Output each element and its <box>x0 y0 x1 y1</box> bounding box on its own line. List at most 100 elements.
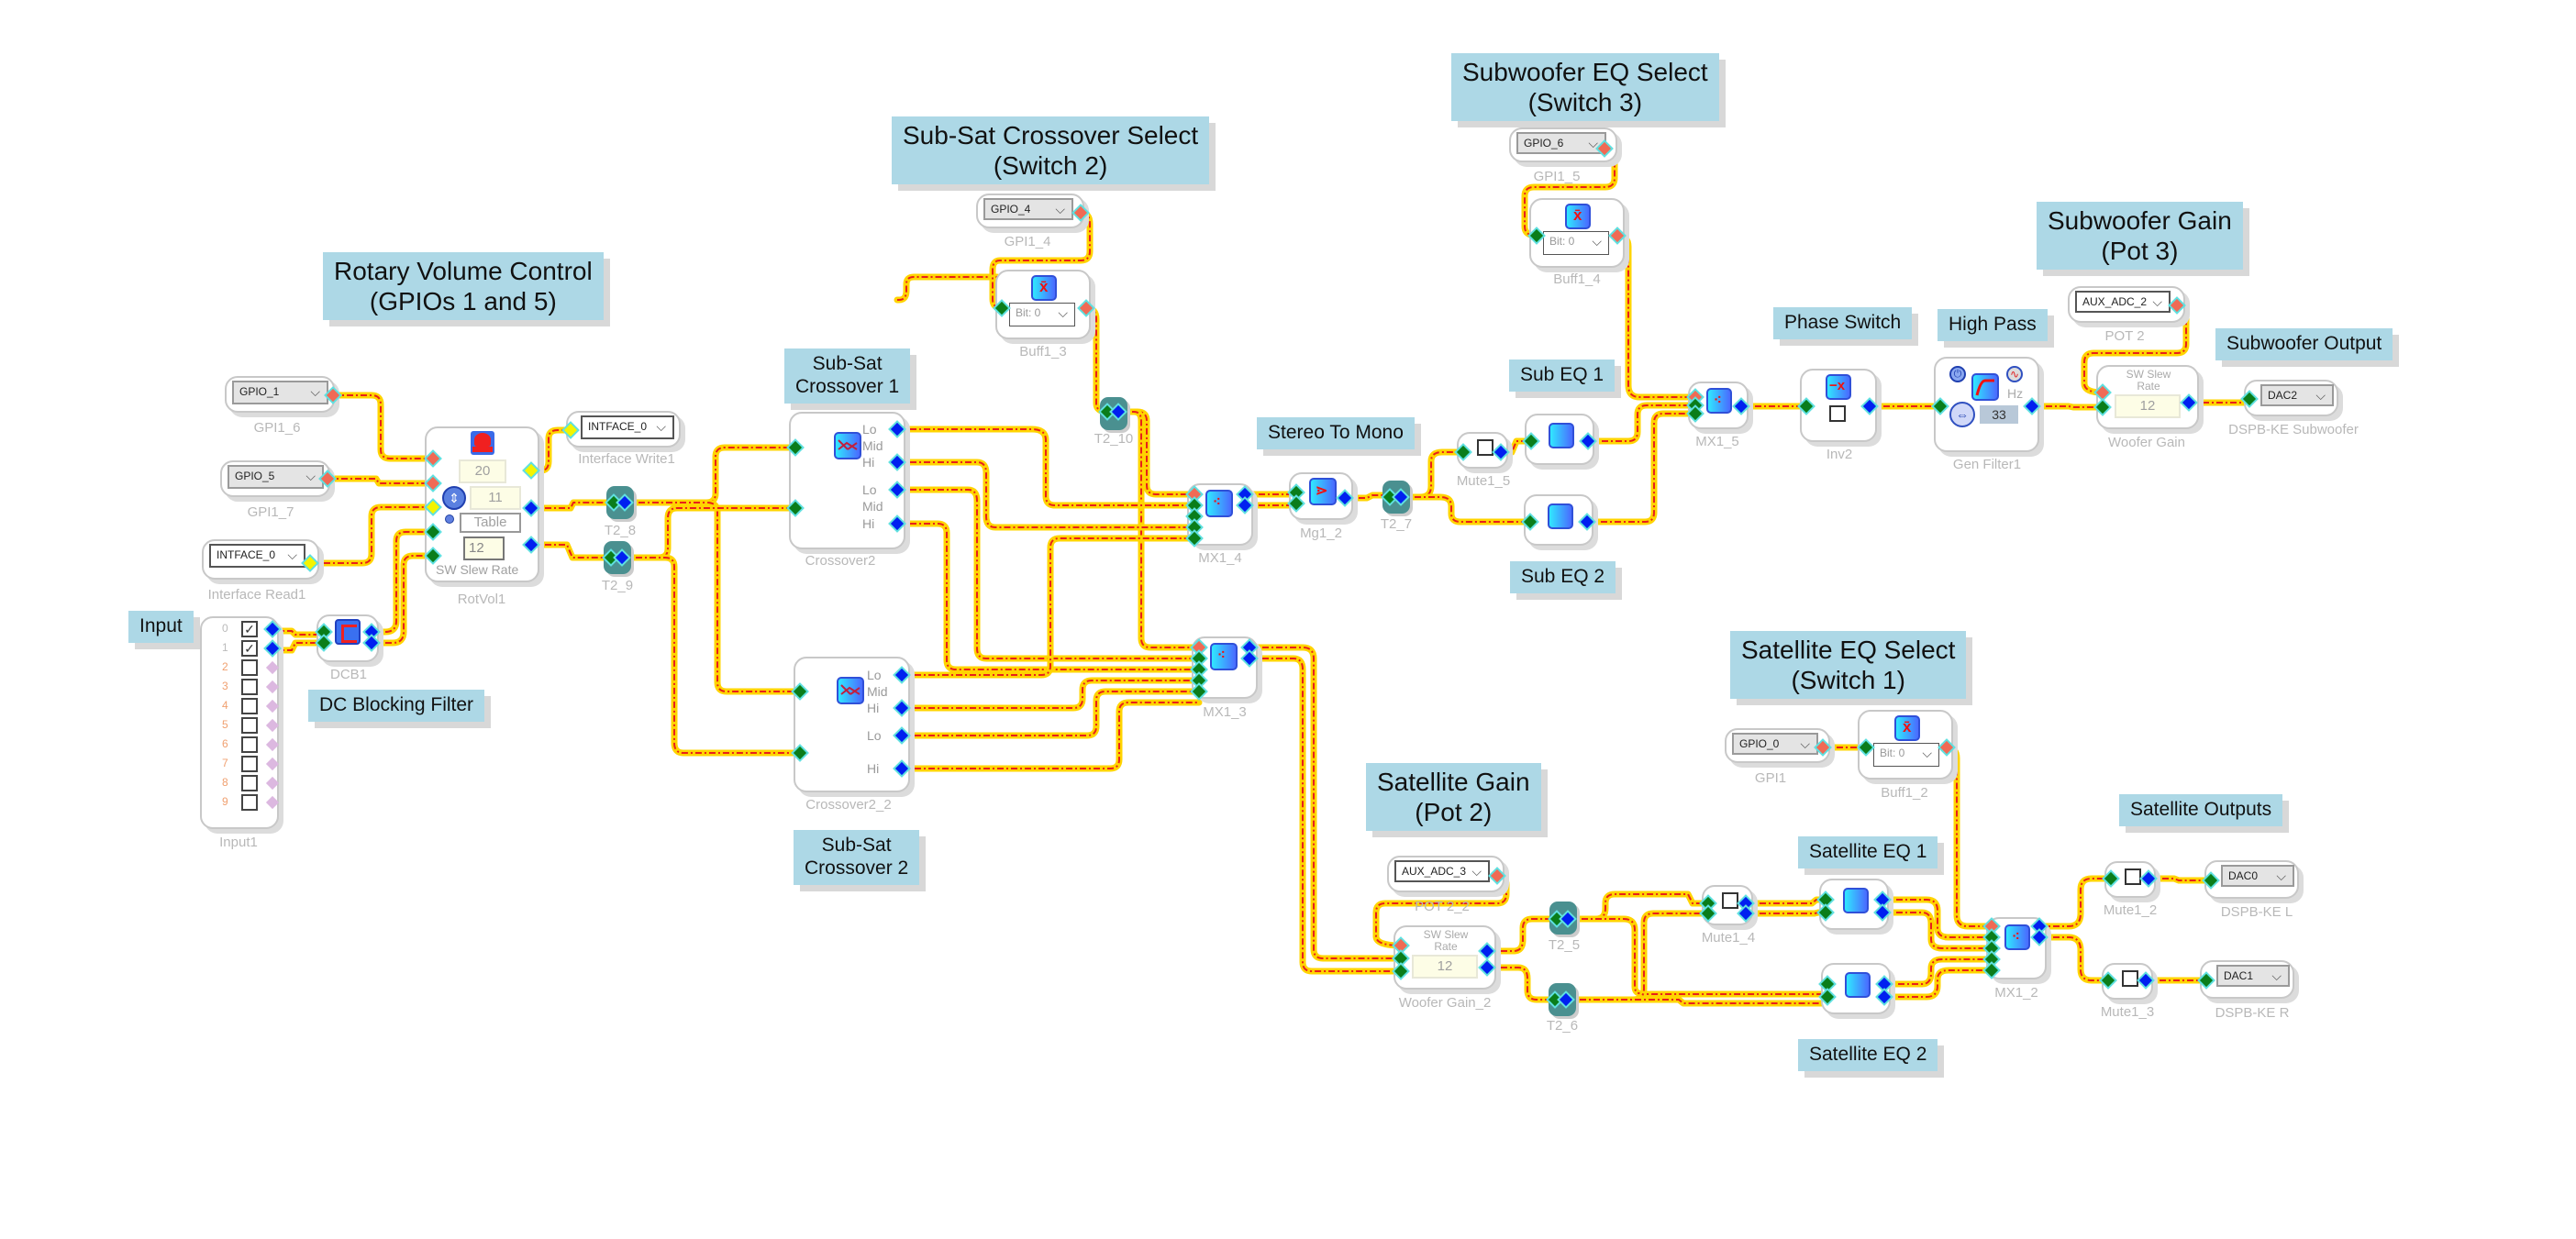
wire[interactable] <box>893 426 1198 509</box>
wire[interactable] <box>897 535 1198 679</box>
pot2-block[interactable]: AUX_ADC_2 ⌵ <box>2068 286 2185 323</box>
channel-checkbox[interactable] <box>241 717 258 734</box>
channel-checkbox[interactable] <box>241 756 258 772</box>
slew-rate-field[interactable]: 12 <box>463 537 505 560</box>
wire[interactable] <box>2028 403 2106 411</box>
mute-checkbox[interactable] <box>2125 868 2141 885</box>
aux-adc-select[interactable]: AUX_ADC_3 ⌵ <box>1394 860 1490 882</box>
buff1-2-block[interactable]: x̄ Bit: 0 ⌵ <box>1858 710 1953 780</box>
wire[interactable] <box>1742 896 1829 907</box>
buff1-3-block[interactable]: x̄ Bit: 0 ⌵ <box>995 270 1091 339</box>
channel-checkbox[interactable] <box>241 794 258 811</box>
wire[interactable] <box>329 392 435 462</box>
channel-checkbox[interactable] <box>241 736 258 753</box>
dac-select[interactable]: DAC0 ⌵ <box>2221 865 2294 887</box>
dspb-subwoofer-block[interactable]: DAC2 ⌵ <box>2244 380 2338 416</box>
wire[interactable] <box>527 499 616 512</box>
dspb-l-block[interactable]: DAC0 ⌵ <box>2204 860 2299 899</box>
wire[interactable] <box>1614 232 1699 401</box>
slew-rate-field[interactable]: 12 <box>2115 394 2181 418</box>
gpio-select[interactable]: GPIO_0 ⌵ <box>1732 733 1818 755</box>
wire[interactable] <box>1943 744 1995 930</box>
wire[interactable] <box>1564 915 1831 998</box>
wire[interactable] <box>1397 448 1467 501</box>
sine-wave-icon[interactable]: ∿ <box>2006 366 2023 382</box>
wire[interactable] <box>324 475 435 487</box>
wire[interactable] <box>1115 408 1198 498</box>
table-field[interactable]: Table <box>460 513 521 533</box>
wire[interactable] <box>897 699 1203 772</box>
gpio-select[interactable]: GPIO_6 ⌵ <box>1516 132 1606 154</box>
up-down-icon[interactable]: ⇕ <box>442 486 466 510</box>
wire[interactable] <box>1562 910 1712 1003</box>
wire[interactable] <box>897 688 1203 739</box>
channel-checkbox[interactable] <box>241 698 258 714</box>
wire[interactable] <box>270 627 327 638</box>
mute-checkbox[interactable] <box>1722 892 1738 909</box>
wire[interactable] <box>306 503 435 567</box>
wire[interactable] <box>894 273 1001 304</box>
satellite-eq1-block[interactable] <box>1819 879 1889 930</box>
channel-checkbox[interactable]: ✓ <box>241 640 258 657</box>
buff1-4-block[interactable]: x̄ Bit: 0 ⌵ <box>1529 198 1625 268</box>
wire[interactable] <box>1881 967 1995 1001</box>
gpi1-block[interactable]: GPIO_0 ⌵ <box>1725 728 1830 763</box>
wire[interactable] <box>1881 956 1995 988</box>
wire[interactable] <box>1879 896 1995 941</box>
wire[interactable] <box>893 520 1203 673</box>
wire[interactable] <box>1564 891 1712 923</box>
wire[interactable] <box>897 677 1203 712</box>
bit-select[interactable]: Bit: 0 ⌵ <box>1873 743 1939 767</box>
gpio-select[interactable]: GPIO_4 ⌵ <box>983 198 1073 220</box>
aux-adc-select[interactable]: AUX_ADC_2 ⌵ <box>2075 291 2171 313</box>
interface-select[interactable]: INTFACE_0 ⌵ <box>209 544 305 568</box>
interface-read1-block[interactable]: INTFACE_0 ⌵ <box>202 539 319 580</box>
crossover2-block[interactable] <box>789 412 905 549</box>
invert-checkbox[interactable] <box>1829 405 1846 422</box>
wire[interactable] <box>1483 964 1559 1003</box>
gpio-select[interactable]: GPIO_5 ⌵ <box>228 465 324 489</box>
bit-select[interactable]: Bit: 0 ⌵ <box>1543 231 1609 255</box>
gpi1-6-block[interactable]: GPIO_1 ⌵ <box>225 376 335 413</box>
max-value-field[interactable]: 20 <box>459 459 506 483</box>
bit-select[interactable]: Bit: 0 ⌵ <box>1009 303 1075 326</box>
interface-select[interactable]: INTFACE_0 ⌵ <box>581 415 674 439</box>
current-value-field[interactable]: 11 <box>470 486 521 510</box>
schematic-canvas[interactable]: Rotary Volume Control (GPIOs 1 and 5) In… <box>0 0 2576 1239</box>
dspb-r-block[interactable]: DAC1 ⌵ <box>2200 960 2294 999</box>
crossover2-2-block[interactable] <box>794 657 910 792</box>
wire[interactable] <box>1483 915 1560 955</box>
mute-checkbox[interactable] <box>1477 439 1493 456</box>
dac-select[interactable]: DAC2 ⌵ <box>2260 384 2334 406</box>
power-icon[interactable]: ⏻ <box>1949 366 1966 382</box>
wire[interactable] <box>368 552 435 647</box>
wire[interactable] <box>618 554 803 757</box>
satellite-eq2-block[interactable] <box>1821 963 1891 1014</box>
wire[interactable] <box>1879 909 1995 952</box>
channel-checkbox[interactable] <box>241 659 258 676</box>
dac-select[interactable]: DAC1 ⌵ <box>2216 965 2290 987</box>
slew-rate-field[interactable]: 12 <box>1412 955 1478 979</box>
mute-checkbox[interactable] <box>2122 970 2138 987</box>
wire[interactable] <box>893 459 1198 531</box>
wire[interactable] <box>2145 875 2215 884</box>
wire[interactable] <box>1583 410 1699 525</box>
wire[interactable] <box>368 528 435 636</box>
wire[interactable] <box>270 639 327 654</box>
wire[interactable] <box>2036 934 2112 984</box>
gen-filter1-block[interactable]: ⏻ ∿ Hz ⇔ 33 <box>1934 357 2039 452</box>
interface-write1-block[interactable]: INTFACE_0 ⌵ <box>566 411 681 448</box>
gpi1-7-block[interactable]: GPIO_5 ⌵ <box>220 460 330 497</box>
bidirectional-icon[interactable]: ⇔ <box>1949 402 1975 427</box>
woofer-gain-2-block[interactable]: SW Slew Rate 12 <box>1393 925 1496 990</box>
gpio-select[interactable]: GPIO_1 ⌵ <box>232 381 328 404</box>
gpi1-4-block[interactable]: GPIO_4 ⌵ <box>976 194 1084 228</box>
wire[interactable] <box>1562 996 1831 1007</box>
wire[interactable] <box>621 499 803 695</box>
wire[interactable] <box>527 541 614 561</box>
rotvol1-block[interactable]: 20 ⇕ 11 Table 12 SW Slew Rate <box>425 426 539 582</box>
wire[interactable] <box>2036 875 2115 930</box>
pot2-2-block[interactable]: AUX_ADC_3 ⌵ <box>1387 856 1505 892</box>
frequency-field[interactable]: 33 <box>1980 405 2018 424</box>
wire[interactable] <box>618 504 798 561</box>
